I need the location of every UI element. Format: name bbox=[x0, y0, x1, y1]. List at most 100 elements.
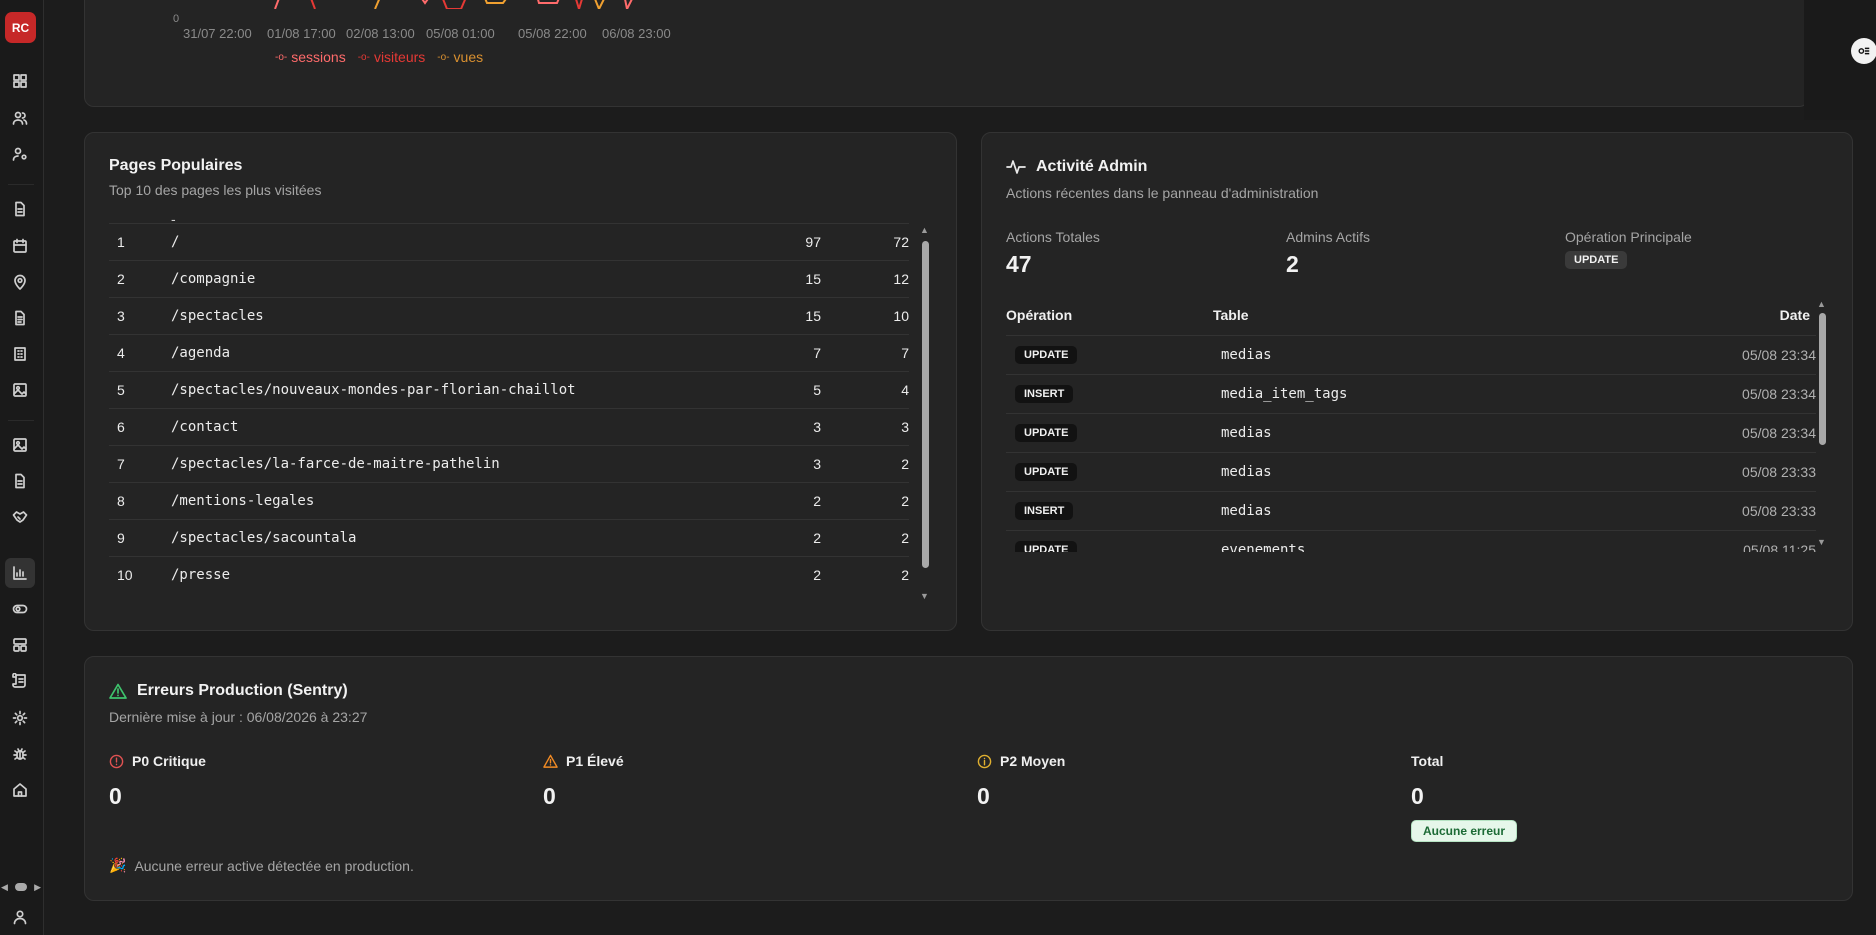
series-line bbox=[624, 0, 633, 9]
table-row[interactable]: UPDATE medias 05/08 23:34 bbox=[1006, 413, 1816, 452]
table-row[interactable]: 5/spectacles/nouveaux-mondes-par-florian… bbox=[109, 371, 909, 408]
operation-badge: INSERT bbox=[1015, 502, 1074, 520]
scroll-icon[interactable] bbox=[8, 669, 32, 693]
no-error-badge: Aucune erreur bbox=[1411, 820, 1518, 842]
operation-badge: INSERT bbox=[1015, 385, 1074, 403]
rank-cell: 5 bbox=[117, 382, 125, 398]
views-cell: 2 bbox=[813, 493, 821, 509]
scroll-thumb[interactable] bbox=[15, 883, 27, 891]
popular-pages-subtitle: Top 10 des pages les plus visitées bbox=[109, 182, 322, 198]
legend-sessions[interactable]: -o-sessions bbox=[275, 49, 346, 65]
table-row[interactable]: 6/contact 3 3 bbox=[109, 408, 909, 445]
document-icon[interactable] bbox=[8, 469, 32, 493]
table-row[interactable]: 8/mentions-legales 2 2 bbox=[109, 482, 909, 519]
gear-icon[interactable] bbox=[8, 706, 32, 730]
views-cell: 2 bbox=[813, 567, 821, 583]
scroll-down-icon[interactable]: ▼ bbox=[920, 591, 929, 601]
handshake-icon[interactable] bbox=[8, 505, 32, 529]
path-cell: /contact bbox=[171, 419, 239, 435]
newspaper-icon[interactable] bbox=[8, 306, 32, 330]
app-logo[interactable]: RC bbox=[5, 12, 36, 43]
table-row[interactable]: 10/presse 2 2 bbox=[109, 556, 909, 593]
col-operation[interactable]: Opération bbox=[1006, 307, 1072, 323]
views-cell: 7 bbox=[813, 345, 821, 361]
rank-cell: 7 bbox=[117, 456, 125, 472]
errors-last-updated: Dernière mise à jour : 06/08/2026 à 23:2… bbox=[109, 709, 368, 725]
ops-scroll-down-icon[interactable]: ▼ bbox=[1817, 537, 1826, 547]
x-tick: 02/08 13:00 bbox=[346, 26, 415, 41]
layout-icon[interactable] bbox=[8, 633, 32, 657]
rank-cell: 1 bbox=[117, 234, 125, 250]
series-line bbox=[594, 0, 605, 9]
popular-pages-table[interactable]: - 1/97 72 2/compagnie 15 12 3/spectacles 15 10 4… bbox=[109, 215, 909, 610]
ops-scroll-up-icon[interactable]: ▲ bbox=[1817, 299, 1826, 309]
legend-visiteurs[interactable]: -o-visiteurs bbox=[358, 49, 426, 65]
toggle-icon[interactable] bbox=[8, 597, 32, 621]
visitors-cell: 12 bbox=[893, 271, 909, 287]
image-icon[interactable] bbox=[8, 378, 32, 402]
visitors-cell: 2 bbox=[901, 456, 909, 472]
table-row[interactable]: UPDATE medias 05/08 23:34 bbox=[1006, 335, 1816, 374]
table-row[interactable]: 2/compagnie 15 12 bbox=[109, 260, 909, 297]
map-pin-icon[interactable] bbox=[8, 270, 32, 294]
pages-scrollbar[interactable] bbox=[921, 241, 929, 613]
users-icon[interactable] bbox=[8, 106, 32, 130]
table-row[interactable]: INSERT medias 05/08 23:33 bbox=[1006, 491, 1816, 530]
images-icon[interactable] bbox=[8, 433, 32, 457]
popular-pages-title: Pages Populaires bbox=[109, 157, 243, 174]
table-row[interactable]: 1 / 97 72 bbox=[109, 223, 909, 260]
alert-circle-icon bbox=[109, 754, 124, 768]
errors-note: 🎉 Aucune erreur active détectée en produ… bbox=[109, 857, 414, 874]
rank-cell: 8 bbox=[117, 493, 125, 509]
bug-icon[interactable] bbox=[8, 742, 32, 766]
table-row[interactable]: UPDATE evenements 05/08 11:25 bbox=[1006, 530, 1816, 552]
series-line bbox=[310, 0, 316, 9]
calendar-icon[interactable] bbox=[8, 234, 32, 258]
admin-activity-subtitle: Actions récentes dans le panneau d'admin… bbox=[1006, 185, 1319, 201]
table-row[interactable]: 9/spectacles/sacountala 2 2 bbox=[109, 519, 909, 556]
date-cell: 05/08 23:34 bbox=[1742, 386, 1816, 402]
table-row[interactable]: UPDATE medias 05/08 23:33 bbox=[1006, 452, 1816, 491]
operations-table[interactable]: UPDATE medias 05/08 23:34 INSERT media_item_… bbox=[1006, 335, 1816, 552]
scroll-up-icon[interactable]: ▲ bbox=[920, 225, 929, 235]
dashboard-icon[interactable] bbox=[8, 69, 32, 93]
col-table[interactable]: Table bbox=[1213, 307, 1249, 323]
x-tick: 06/08 23:00 bbox=[602, 26, 671, 41]
chart-icon[interactable] bbox=[5, 558, 35, 588]
table-row[interactable]: 3/spectacles 15 10 bbox=[109, 297, 909, 334]
table-row[interactable]: 4/agenda 7 7 bbox=[109, 334, 909, 371]
legend-vues[interactable]: -o-vues bbox=[437, 49, 483, 65]
pages-scroll-thumb[interactable] bbox=[922, 241, 929, 568]
ops-scroll-thumb[interactable] bbox=[1819, 313, 1826, 445]
user-key-icon[interactable] bbox=[8, 142, 32, 166]
date-cell: 05/08 11:25 bbox=[1743, 542, 1816, 552]
visitors-cell: 7 bbox=[901, 345, 909, 361]
rank-cell: 6 bbox=[117, 419, 125, 435]
visitors-cell: 10 bbox=[893, 308, 909, 324]
path-cell: /spectacles/sacountala bbox=[171, 530, 357, 546]
ops-scrollbar[interactable] bbox=[1818, 313, 1826, 493]
table-cell: medias bbox=[1221, 464, 1272, 480]
file-text-icon[interactable] bbox=[8, 197, 32, 221]
col-date[interactable]: Date bbox=[1780, 307, 1810, 323]
path-cell: /spectacles/nouveaux-mondes-par-florian-… bbox=[171, 382, 576, 398]
building-icon[interactable] bbox=[8, 342, 32, 366]
visitors-cell: 2 bbox=[901, 493, 909, 509]
sidebar: RC ◀ ▶ bbox=[0, 0, 44, 935]
table-cell: medias bbox=[1221, 503, 1272, 519]
home-icon[interactable] bbox=[8, 778, 32, 802]
x-tick: 31/07 22:00 bbox=[183, 26, 252, 41]
production-errors-card: Erreurs Production (Sentry) Dernière mis… bbox=[84, 656, 1853, 901]
operation-badge: UPDATE bbox=[1015, 346, 1078, 364]
user-icon[interactable] bbox=[8, 905, 32, 929]
views-cell: 97 bbox=[805, 234, 821, 250]
scroll-right-icon[interactable]: ▶ bbox=[34, 882, 41, 893]
table-row[interactable]: INSERT media_item_tags 05/08 23:34 bbox=[1006, 374, 1816, 413]
table-row[interactable]: 7/spectacles/la-farce-de-maitre-pathelin… bbox=[109, 445, 909, 482]
scroll-left-icon[interactable]: ◀ bbox=[1, 882, 8, 893]
y-axis-zero-label: 0 bbox=[173, 13, 180, 25]
settings-toggle-button[interactable] bbox=[1851, 38, 1876, 64]
series-line bbox=[484, 0, 507, 4]
views-cell: 15 bbox=[805, 271, 821, 287]
sidebar-scrollbar[interactable]: ◀ ▶ bbox=[1, 880, 41, 894]
